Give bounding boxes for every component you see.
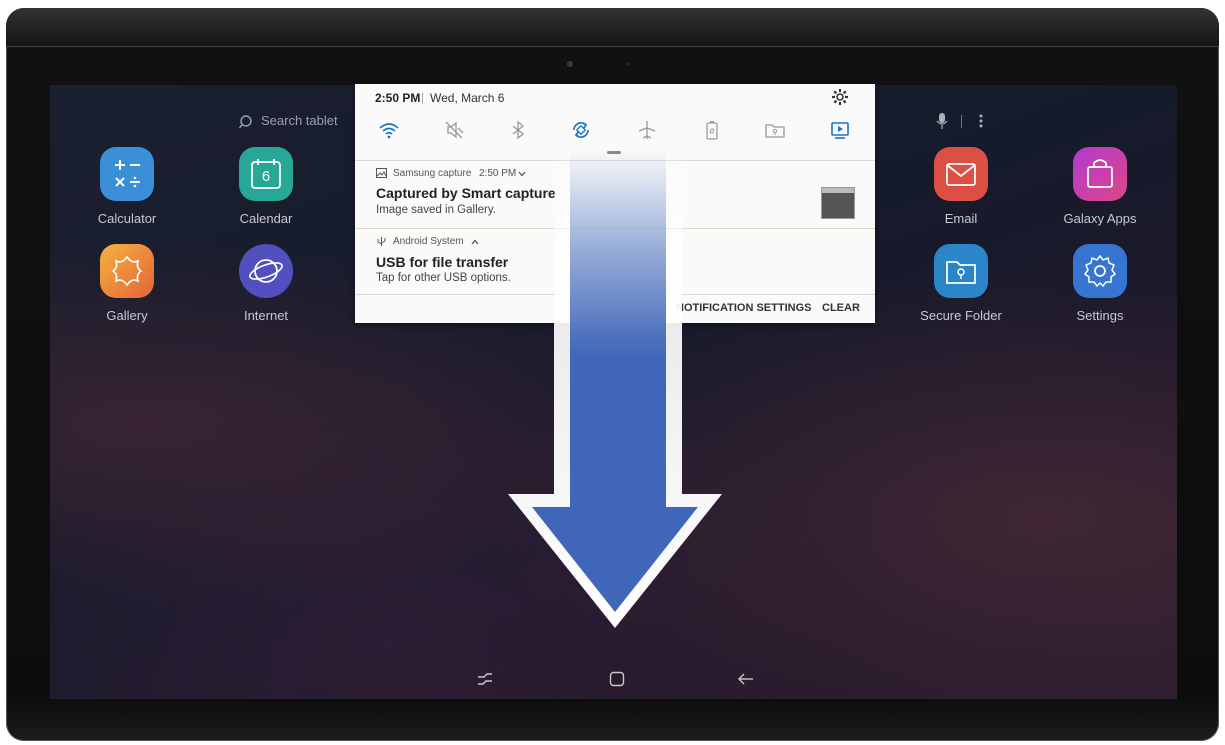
galaxy-apps-icon — [1073, 147, 1127, 201]
secure-folder-icon[interactable] — [764, 119, 786, 141]
front-camera — [567, 61, 573, 67]
screen-mirroring-icon[interactable] — [829, 119, 851, 141]
recent-apps-icon[interactable] — [476, 671, 494, 687]
mute-icon[interactable] — [443, 119, 465, 141]
settings-app-icon — [1073, 244, 1127, 298]
tablet-top-edge — [6, 8, 1219, 47]
app-secure-folder[interactable]: Secure Folder — [911, 244, 1011, 323]
app-label: Email — [944, 211, 978, 226]
search-icon[interactable] — [239, 114, 255, 130]
microphone-icon[interactable] — [935, 112, 949, 130]
time-date-divider — [422, 93, 423, 104]
app-internet[interactable]: Internet — [216, 244, 316, 323]
auto-rotate-icon[interactable] — [570, 119, 592, 141]
notification-body: Image saved in Gallery. — [376, 204, 496, 216]
wifi-icon[interactable] — [378, 119, 400, 141]
status-date: Wed, March 6 — [430, 91, 505, 105]
notification-body: Tap for other USB options. — [376, 272, 511, 284]
calendar-day: 6 — [261, 168, 271, 185]
app-label: Settings — [1076, 308, 1124, 323]
app-label: Internet — [243, 308, 289, 323]
usb-icon — [377, 237, 386, 246]
drag-handle[interactable] — [607, 151, 621, 154]
airplane-mode-icon[interactable] — [636, 119, 658, 141]
status-time: 2:50 PM — [375, 91, 421, 105]
app-email[interactable]: Email — [911, 147, 1011, 226]
gallery-icon — [100, 244, 154, 298]
notification-settings-button[interactable]: NOTIFICATION SETTINGS — [676, 302, 811, 314]
capture-thumbnail[interactable] — [821, 187, 855, 219]
more-options-icon[interactable] — [978, 113, 984, 129]
proximity-sensor — [626, 62, 630, 66]
notification-title[interactable]: USB for file transfer — [376, 254, 508, 270]
app-label: Galaxy Apps — [1063, 211, 1137, 226]
divider — [355, 160, 875, 161]
app-calendar[interactable]: 6 Calendar — [216, 147, 316, 226]
notification-time: 2:50 PM — [479, 168, 517, 179]
notification-app-name: Android System — [393, 236, 464, 247]
power-saving-icon[interactable] — [701, 119, 723, 141]
app-galaxy-apps[interactable]: Galaxy Apps — [1050, 147, 1150, 226]
divider — [355, 294, 875, 295]
bluetooth-icon[interactable] — [507, 119, 529, 141]
clear-button[interactable]: CLEAR — [822, 302, 860, 314]
home-icon[interactable] — [608, 671, 626, 687]
notification-app-name: Samsung capture — [393, 168, 472, 179]
chevron-down-icon[interactable] — [518, 171, 526, 177]
app-settings[interactable]: Settings — [1050, 244, 1150, 323]
app-gallery[interactable]: Gallery — [77, 244, 177, 323]
email-icon — [934, 147, 988, 201]
search-input[interactable]: Search tablet — [261, 113, 338, 128]
chevron-up-icon[interactable] — [471, 239, 479, 245]
image-icon — [376, 168, 387, 178]
app-label: Secure Folder — [920, 308, 1002, 323]
gear-icon[interactable] — [831, 88, 849, 106]
app-label: Calculator — [97, 211, 157, 226]
secure-folder-app-icon — [934, 244, 988, 298]
search-separator — [961, 115, 962, 128]
back-icon[interactable] — [737, 671, 755, 687]
app-calculator[interactable]: Calculator — [77, 147, 177, 226]
notification-panel[interactable]: 2:50 PM Wed, March 6 Samsung capture 2:5… — [355, 84, 875, 323]
app-label: Gallery — [106, 308, 148, 323]
calculator-icon — [100, 147, 154, 201]
notification-title[interactable]: Captured by Smart capture — [376, 185, 556, 201]
internet-icon — [239, 244, 293, 298]
calendar-icon: 6 — [239, 147, 293, 201]
divider — [355, 228, 875, 229]
app-label: Calendar — [239, 211, 293, 226]
